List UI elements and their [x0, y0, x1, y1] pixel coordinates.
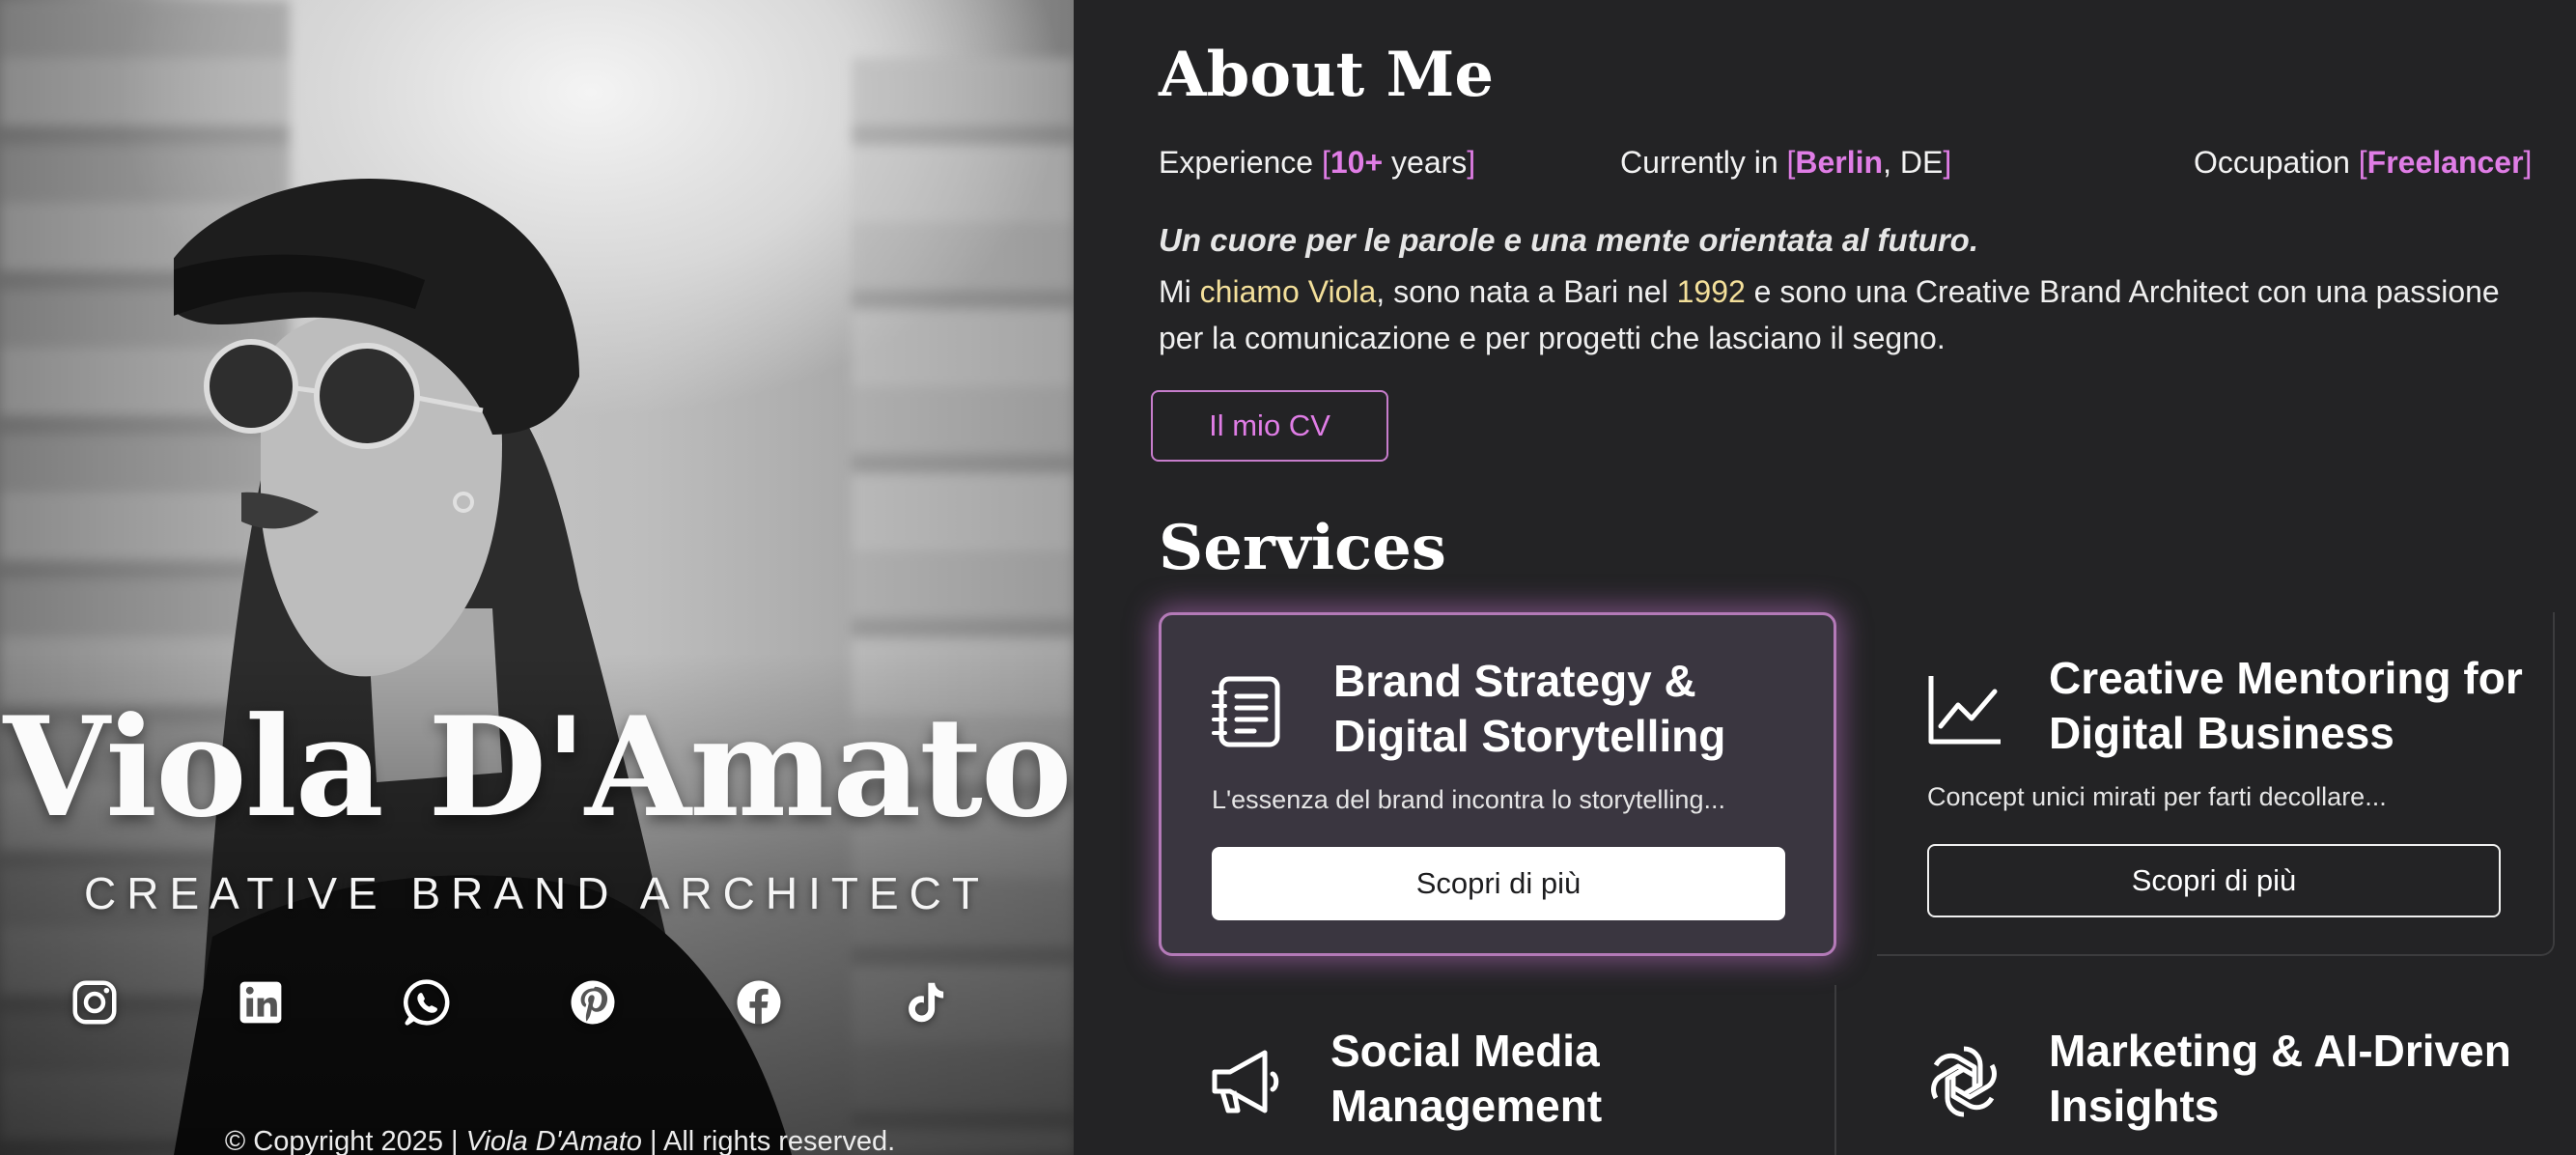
- service-card-marketing-ai[interactable]: Marketing & AI-Driven Insights: [1877, 985, 2555, 1155]
- hero-role: CREATIVE BRAND ARCHITECT: [84, 868, 990, 918]
- fact-label: Occupation: [2194, 145, 2350, 180]
- notes-list-icon: [1208, 671, 1289, 752]
- facebook-icon: [737, 980, 781, 1025]
- fact-label: Currently in: [1620, 145, 1778, 180]
- fact-value: Freelancer: [2366, 145, 2524, 180]
- service-card-creative-mentoring[interactable]: Creative Mentoring for Digital Business …: [1877, 612, 2555, 956]
- intro-highlight-name: chiamo Viola: [1199, 274, 1377, 309]
- service-title: Marketing & AI-Driven Insights: [2049, 1026, 2511, 1131]
- facebook-link[interactable]: [730, 973, 788, 1031]
- fact-value: 10+: [1330, 145, 1384, 180]
- main-content: About Me Experience [10+ years] Currentl…: [1074, 0, 2576, 1155]
- copyright-footer: © Copyright 2025 | Viola D'Amato | All r…: [0, 1126, 1074, 1155]
- fact-rest: years: [1383, 145, 1468, 180]
- intro-text: Mi: [1159, 274, 1200, 309]
- about-tagline: Un cuore per le parole e una mente orien…: [1159, 222, 1979, 258]
- intro-highlight-year: 1992: [1676, 274, 1746, 309]
- service-title: Brand Strategy & Digital Storytelling: [1333, 656, 1726, 761]
- learn-more-button[interactable]: Scopri di più: [1927, 844, 2501, 917]
- copyright-suffix: | All rights reserved.: [650, 1126, 896, 1155]
- service-description: L'essenza del brand incontra lo storytel…: [1212, 785, 1725, 814]
- fact-rest: , DE: [1883, 145, 1944, 180]
- linkedin-link[interactable]: [232, 973, 290, 1031]
- whatsapp-link[interactable]: [398, 973, 456, 1031]
- fact-value: Berlin: [1795, 145, 1884, 180]
- hero-panel: Viola D'Amato CREATIVE BRAND ARCHITECT ©…: [0, 0, 1074, 1155]
- trend-chart-icon: [1923, 668, 2004, 749]
- linkedin-icon: [239, 981, 282, 1024]
- learn-more-button[interactable]: Scopri di più: [1212, 847, 1785, 920]
- tiktok-icon: [909, 982, 944, 1023]
- service-card-brand-strategy[interactable]: Brand Strategy & Digital Storytelling L'…: [1159, 612, 1836, 956]
- fact-experience: Experience [10+ years]: [1159, 145, 1476, 180]
- service-title: Creative Mentoring for Digital Business: [2049, 653, 2523, 758]
- instagram-link[interactable]: [66, 973, 124, 1031]
- whatsapp-icon: [403, 979, 450, 1026]
- about-title: About Me: [1159, 39, 1495, 111]
- copyright-prefix: © Copyright 2025 |: [224, 1126, 459, 1155]
- intro-text: , sono nata a Bari nel: [1376, 274, 1677, 309]
- ai-knot-icon: [1923, 1041, 2004, 1122]
- pinterest-icon: [571, 980, 615, 1025]
- social-links: [66, 973, 954, 1037]
- service-card-social-media[interactable]: Social Media Management: [1159, 985, 1836, 1155]
- fact-location: Currently in [Berlin, DE]: [1620, 145, 1952, 180]
- copyright-owner: Viola D'Amato: [465, 1126, 642, 1155]
- instagram-icon: [72, 980, 117, 1025]
- pinterest-link[interactable]: [564, 973, 622, 1031]
- fact-label: Experience: [1159, 145, 1314, 180]
- megaphone-icon: [1205, 1041, 1286, 1122]
- fact-occupation: Occupation [Freelancer]: [2194, 145, 2533, 180]
- hero-name: Viola D'Amato: [3, 688, 1072, 848]
- service-title: Social Media Management: [1330, 1026, 1603, 1131]
- service-description: Concept unici mirati per farti decollare…: [1927, 782, 2387, 811]
- about-intro: Mi chiamo Viola, sono nata a Bari nel 19…: [1159, 268, 2530, 361]
- cv-button[interactable]: Il mio CV: [1151, 390, 1388, 462]
- tiktok-link[interactable]: [896, 973, 954, 1031]
- services-title: Services: [1159, 512, 1446, 584]
